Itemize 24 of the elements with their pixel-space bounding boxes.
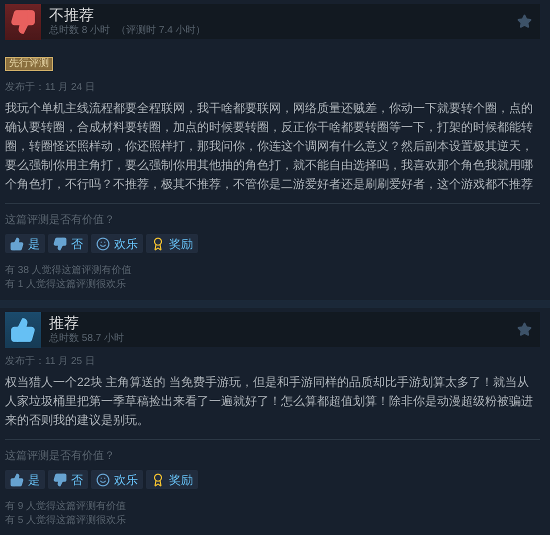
hours-at-review: （评测时 7.4 小时） (116, 24, 206, 36)
vote-button[interactable]: 欢乐 (91, 234, 143, 253)
post-date: 发布于：11 月 24 日 (5, 81, 96, 95)
hours-played: 总时数 58.7 小时 (49, 332, 124, 344)
vote-count: 有 38 人觉得这篇评测有价值 (5, 264, 133, 278)
helpful-question: 这篇评测是否有价值？ (5, 213, 116, 227)
review-text: 我玩个单机主线流程都要全程联网，我干啥都要联网，网络质量还贼差，你动一下就要转个圈，点的确认要转圈，合成材料要转圈，加点的时候要转圈，反正你干啥都要转圈等一下，打架的时候都能转圈，转圈怪还照样动，你还照样打，那我问你，你连这个调网有什么意义？然后副本设置极其逆天，要么强制你用主角打，要么强制你用其他抽的角色打，就不能自由选择吗，我喜欢那个角色我就用哪个角色打，不行吗？不推荐，极其不推荐，不管你是二游爱好者还是刷刷爱好者，这个游戏都不推荐 (5, 100, 534, 193)
vote-count: 有 1 人觉得这篇评测很欢乐 (5, 278, 128, 292)
vote-button[interactable]: 是 (5, 470, 45, 489)
helpful-question: 这篇评测是否有价值？ (5, 449, 116, 463)
vote-button[interactable]: 是 (5, 234, 45, 253)
early-access-badge: 先行评测 (5, 57, 53, 71)
vote-count: 有 5 人觉得这篇评测很欢乐 (5, 514, 128, 528)
post-date: 发布于：11 月 25 日 (5, 355, 96, 369)
vote-button[interactable]: 否 (48, 234, 88, 253)
vote-button[interactable]: 奖励 (146, 470, 198, 489)
review-verdict: 推荐 (49, 314, 80, 332)
vote-button[interactable]: 欢乐 (91, 470, 143, 489)
vote-button[interactable]: 奖励 (146, 234, 198, 253)
review-verdict: 不推荐 (49, 6, 95, 24)
vote-button[interactable]: 否 (48, 470, 88, 489)
review-text: 权当猎人一个22块 主角算送的 当免费手游玩，但是和手游同样的品质却比手游划算太多了！就当从人家垃圾桶里把第一季草稿捡出来看了一遍就好了！怎么算都超值划算！除非你是动漫超级粉被骗进来的否则我的建议是别玩。 (5, 374, 534, 429)
vote-count: 有 9 人觉得这篇评测有价值 (5, 500, 128, 514)
hours-played: 总时数 8 小时 (49, 24, 110, 36)
